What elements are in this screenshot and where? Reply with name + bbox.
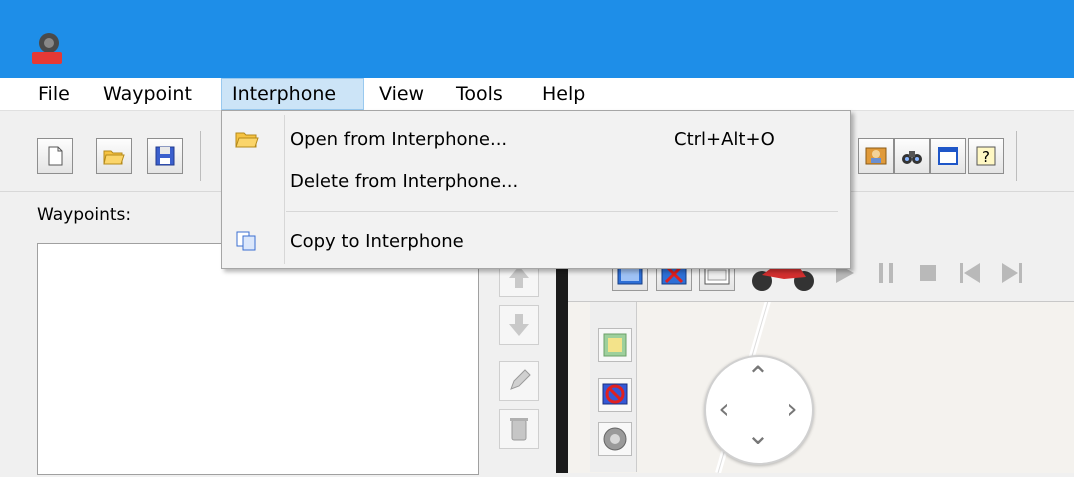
menu-view[interactable]: View — [369, 78, 434, 110]
open-file-button[interactable] — [96, 138, 132, 174]
interphone-menu: Open from Interphone... Ctrl+Alt+O Delet… — [221, 110, 851, 269]
new-file-button[interactable] — [37, 138, 73, 174]
arrow-down-icon — [509, 314, 529, 336]
waypoint-controls — [487, 243, 547, 473]
toolbar-separator — [200, 131, 201, 181]
app-logo-icon — [32, 33, 62, 64]
map-side-tools — [590, 302, 637, 472]
find-button[interactable] — [894, 138, 930, 174]
open-folder-icon — [103, 150, 125, 165]
title-bar — [0, 0, 1074, 78]
window-icon — [938, 147, 958, 165]
menu-item-label: Copy to Interphone — [290, 231, 464, 252]
menu-item-shortcut: Ctrl+Alt+O — [674, 129, 775, 150]
pencil-icon — [510, 369, 531, 390]
menu-item-copy-to-interphone[interactable]: Copy to Interphone — [222, 223, 848, 261]
pan-right-icon[interactable]: › — [778, 395, 806, 423]
menu-item-delete-from-interphone[interactable]: Delete from Interphone... — [222, 163, 848, 201]
menu-separator — [286, 211, 838, 212]
menu-help[interactable]: Help — [532, 78, 595, 110]
menu-tools[interactable]: Tools — [446, 78, 513, 110]
map-pan-control[interactable]: ⌃ ‹ › ⌄ — [704, 355, 814, 465]
map-layers-icon — [603, 333, 627, 357]
menu-item-open-from-interphone[interactable]: Open from Interphone... Ctrl+Alt+O — [222, 121, 848, 159]
no-tracking-icon — [602, 383, 628, 405]
help-icon: ? — [976, 146, 996, 166]
map-target-button[interactable] — [598, 422, 632, 456]
person-map-icon — [865, 147, 887, 165]
trash-icon — [510, 418, 528, 441]
skip-back-icon[interactable] — [956, 259, 984, 287]
skip-forward-icon[interactable] — [998, 259, 1026, 287]
toolbar-separator — [1016, 131, 1017, 181]
menu-item-label: Open from Interphone... — [290, 129, 508, 150]
menu-item-label: Delete from Interphone... — [290, 171, 519, 192]
menu-file[interactable]: File — [28, 78, 80, 110]
save-icon — [155, 146, 175, 166]
waypoints-label: Waypoints: — [37, 205, 132, 225]
menu-interphone[interactable]: Interphone — [221, 78, 364, 110]
menu-waypoint[interactable]: Waypoint — [93, 78, 202, 110]
waypoints-list[interactable] — [37, 243, 479, 475]
help-button[interactable]: ? — [968, 138, 1004, 174]
binoculars-icon — [902, 151, 922, 164]
open-folder-icon — [235, 132, 259, 148]
save-file-button[interactable] — [147, 138, 183, 174]
route-tool-button[interactable] — [858, 138, 894, 174]
move-down-button[interactable] — [499, 305, 539, 345]
pan-down-icon[interactable]: ⌄ — [744, 421, 772, 449]
pan-left-icon[interactable]: ‹ — [710, 395, 738, 423]
target-icon — [603, 427, 627, 451]
map-no-tracking-button[interactable] — [598, 378, 632, 412]
pan-up-icon[interactable]: ⌃ — [744, 363, 772, 391]
window-button[interactable] — [930, 138, 966, 174]
svg-text:?: ? — [982, 148, 990, 166]
menu-bar: File Waypoint Interphone View Tools Help — [0, 78, 1074, 111]
delete-button[interactable] — [499, 409, 539, 449]
panel-splitter[interactable] — [556, 243, 568, 473]
pause-icon[interactable] — [872, 259, 900, 287]
new-file-icon — [48, 146, 63, 166]
stop-icon[interactable] — [914, 259, 942, 287]
map-layers-button[interactable] — [598, 328, 632, 362]
edit-button[interactable] — [499, 361, 539, 401]
copy-icon — [236, 231, 256, 251]
